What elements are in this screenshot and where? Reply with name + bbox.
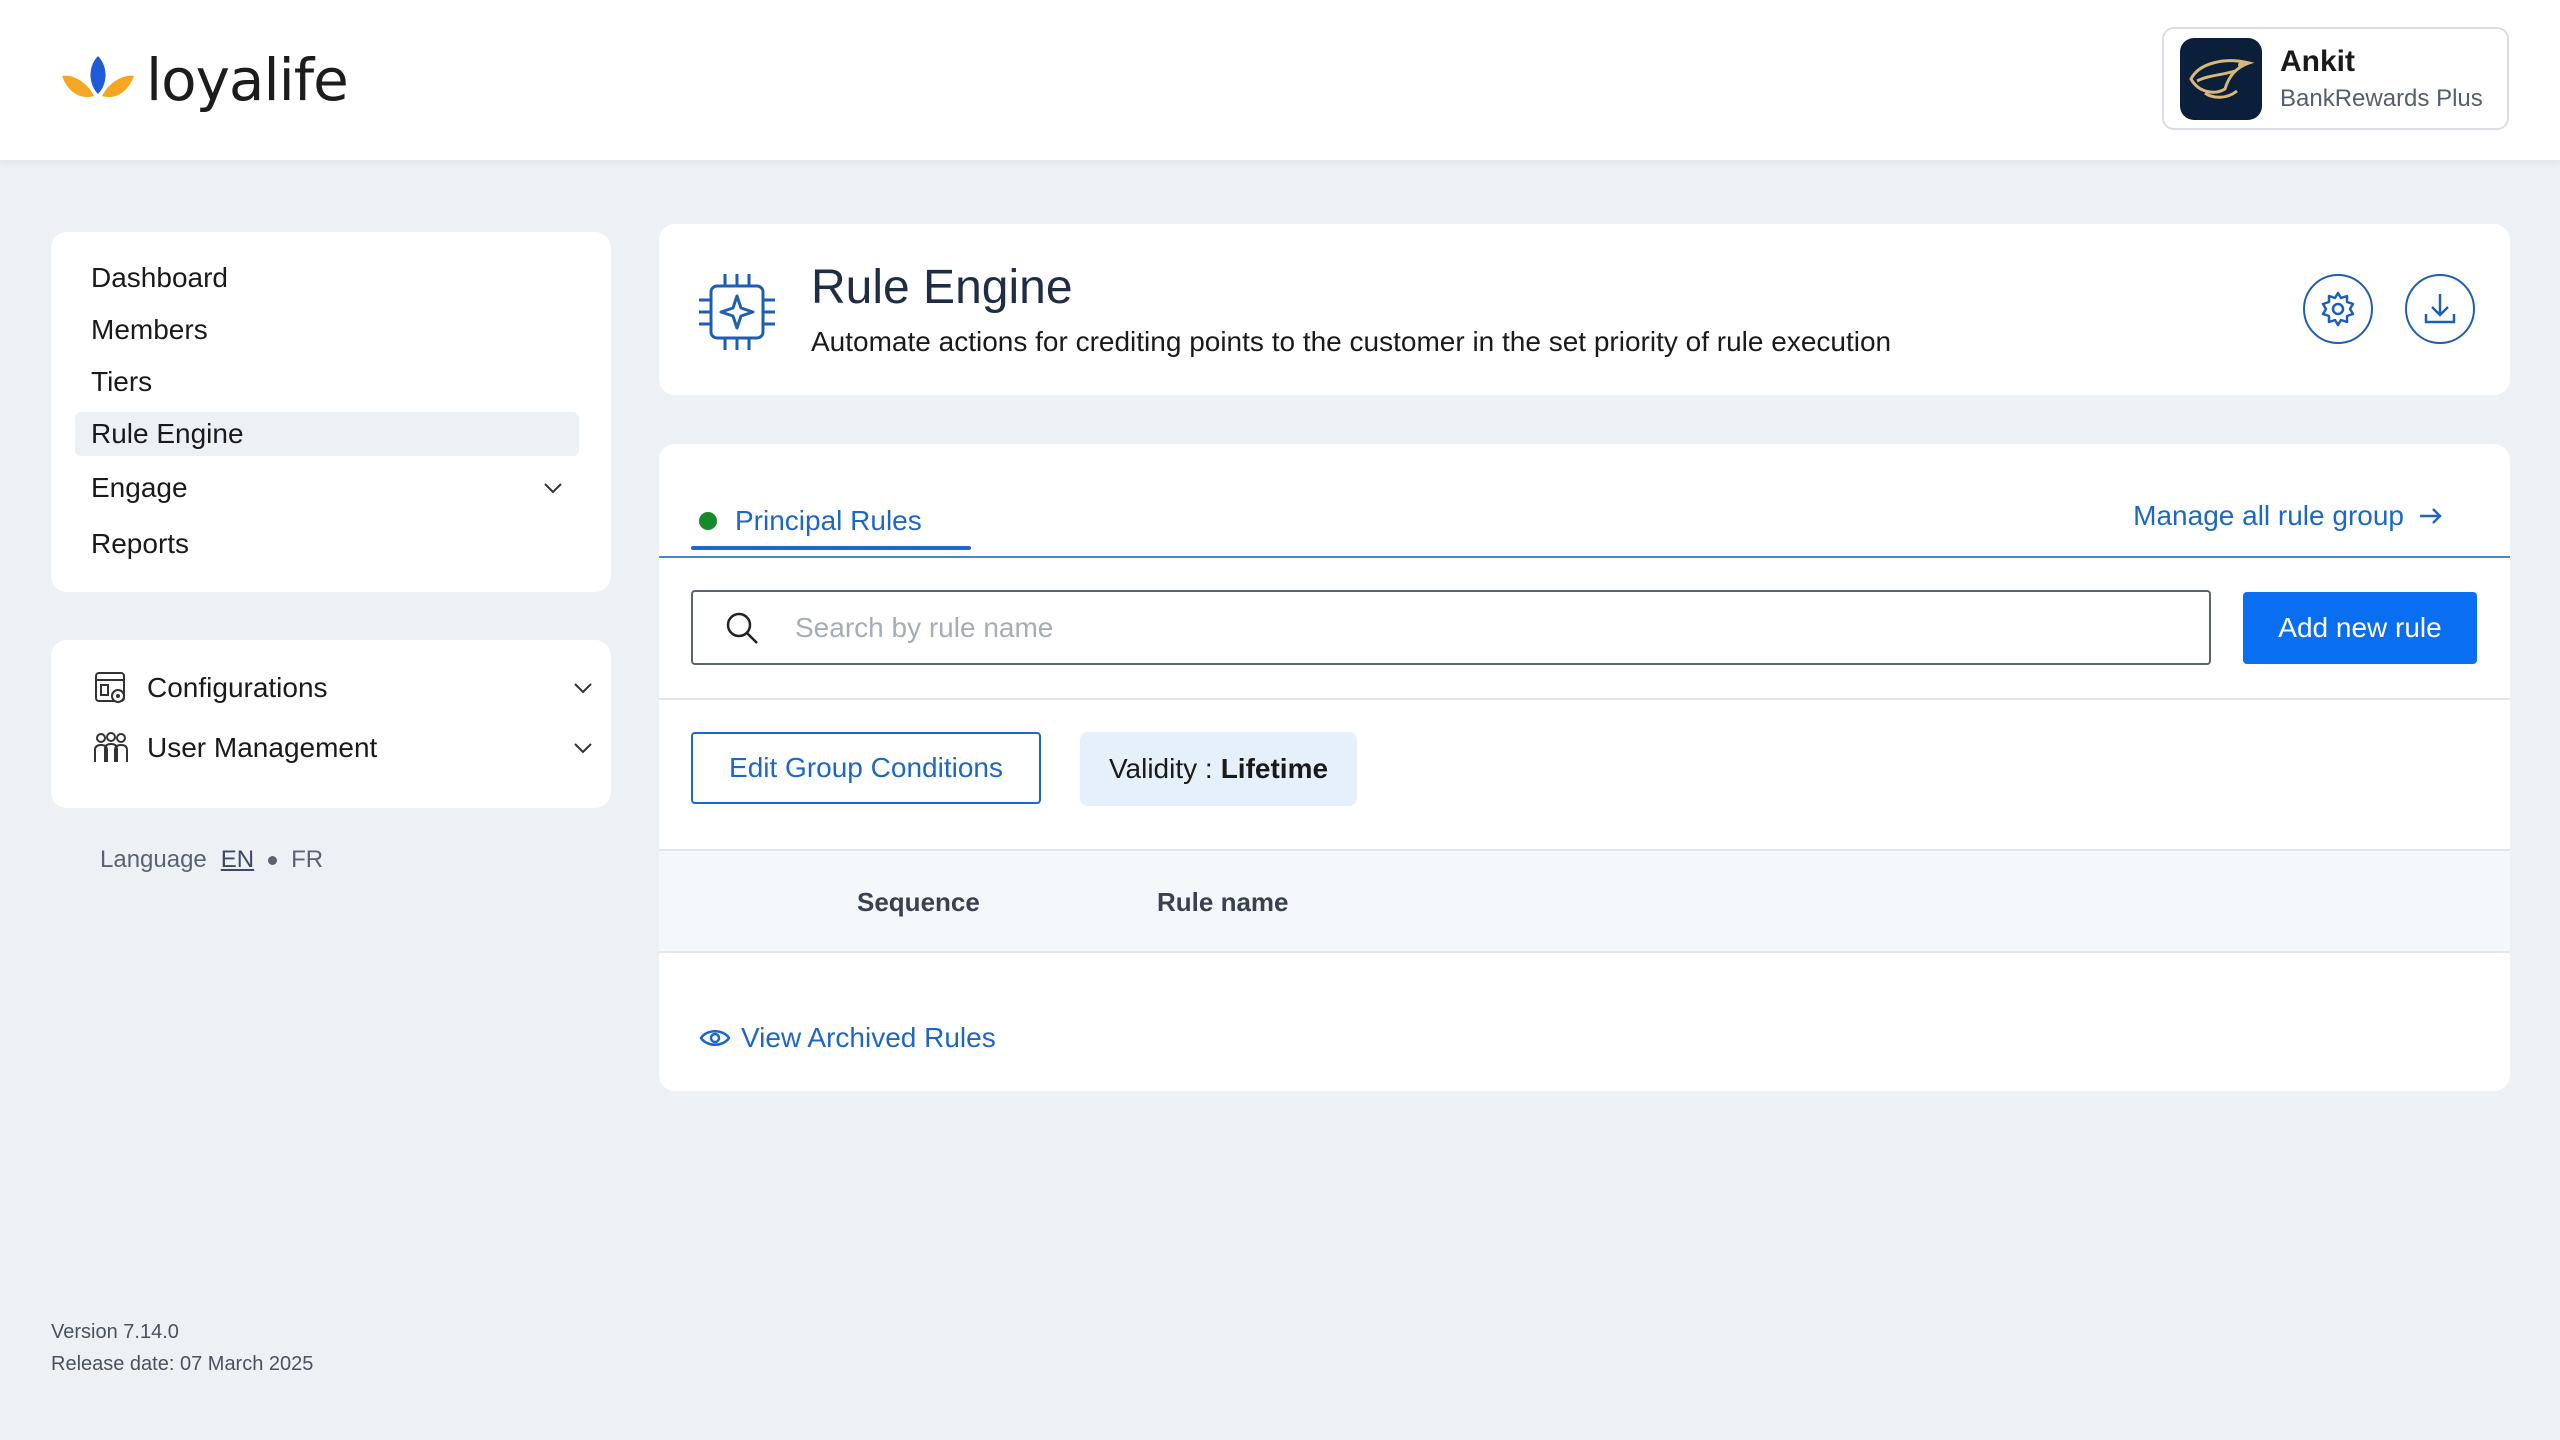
tabs-divider: [659, 556, 2510, 558]
version-number: Version 7.14.0: [51, 1321, 179, 1343]
sidebar-item-label: Rule Engine: [91, 418, 244, 449]
download-button[interactable]: [2405, 274, 2475, 344]
user-profile-card[interactable]: Ankit BankRewards Plus: [2162, 27, 2509, 130]
page-header: Rule Engine Automate actions for crediti…: [659, 224, 2510, 395]
settings-icon: [2321, 291, 2355, 327]
sidebar-item-label: User Management: [147, 732, 378, 763]
program-name: BankRewards Plus: [2280, 84, 2483, 112]
language-switcher: Language EN FR: [100, 846, 323, 874]
chevron-down-icon: [574, 743, 592, 754]
language-option-en[interactable]: EN: [221, 846, 254, 874]
sidebar-item-dashboard[interactable]: Dashboard: [75, 256, 579, 300]
page-subtitle: Automate actions for crediting points to…: [811, 326, 1892, 357]
language-label: Language: [100, 846, 207, 873]
status-dot: [699, 512, 717, 530]
sidebar-item-label: Dashboard: [91, 262, 228, 293]
admin-nav: Configurations User Management: [51, 640, 611, 808]
edit-group-conditions-button[interactable]: Edit Group Conditions: [691, 732, 1041, 804]
sidebar-item-label: Configurations: [147, 672, 328, 703]
chevron-down-icon: [544, 483, 562, 494]
manage-rule-groups-link[interactable]: Manage all rule group: [2133, 500, 2444, 532]
sidebar-item-reports[interactable]: Reports: [75, 522, 579, 566]
configurations-icon: [91, 668, 131, 708]
sidebar-item-members[interactable]: Members: [75, 308, 579, 352]
download-icon: [2424, 294, 2456, 324]
eye-icon: [699, 1030, 731, 1046]
top-bar: loyalife Ankit BankRewards Plus: [0, 0, 2560, 160]
sidebar-item-label: Tiers: [91, 366, 153, 397]
sidebar-item-engage[interactable]: Engage: [75, 466, 579, 510]
active-tab-indicator: [691, 546, 971, 550]
release-date: Release date: 07 March 2025: [51, 1353, 314, 1375]
manage-link-label: Manage all rule group: [2133, 500, 2404, 531]
tab-principal-rules[interactable]: Principal Rules: [691, 494, 922, 548]
validity-badge: Validity : Lifetime: [1080, 732, 1357, 806]
brand-logo[interactable]: loyalife: [60, 44, 349, 116]
settings-button[interactable]: [2303, 274, 2373, 344]
sidebar-item-user-management[interactable]: User Management: [91, 726, 595, 770]
brand-name: loyalife: [146, 46, 349, 114]
validity-value: Lifetime: [1220, 753, 1329, 784]
version-info: Version 7.14.0 Release date: 07 March 20…: [51, 1316, 313, 1380]
sidebar-item-rule-engine[interactable]: Rule Engine: [75, 412, 579, 456]
divider: [659, 698, 2510, 700]
page-title: Rule Engine: [811, 261, 1073, 314]
search-icon: [723, 609, 761, 647]
loyalife-logo-icon: [62, 56, 134, 98]
validity-label: Validity :: [1108, 753, 1213, 784]
chip-icon: [699, 274, 775, 350]
search-box: [691, 590, 2211, 665]
add-new-rule-button[interactable]: Add new rule: [2243, 592, 2477, 664]
sidebar-item-tiers[interactable]: Tiers: [75, 360, 579, 404]
column-header-rule-name[interactable]: Rule name: [1157, 887, 1289, 918]
sidebar-item-label: Engage: [91, 472, 188, 503]
rules-table-header: Sequence Rule name: [659, 849, 2510, 953]
view-archived-rules-link[interactable]: View Archived Rules: [699, 1022, 996, 1054]
sidebar-item-label: Reports: [91, 528, 190, 559]
users-icon: [91, 728, 131, 768]
sidebar-item-configurations[interactable]: Configurations: [91, 666, 595, 710]
rules-panel: Principal Rules Manage all rule group Ad…: [659, 444, 2510, 1091]
column-header-sequence[interactable]: Sequence: [857, 887, 980, 918]
search-input[interactable]: [795, 611, 2175, 644]
program-logo-icon: [2180, 37, 2262, 120]
tab-label: Principal Rules: [735, 505, 922, 536]
separator-dot: [268, 855, 278, 865]
user-name: Ankit: [2280, 44, 2355, 78]
archived-link-label: View Archived Rules: [741, 1022, 996, 1053]
language-option-fr[interactable]: FR: [291, 846, 323, 874]
chevron-down-icon: [574, 683, 592, 694]
sidebar-item-label: Members: [91, 314, 208, 345]
arrow-right-icon: [2420, 508, 2442, 524]
sidebar-nav: Dashboard Members Tiers Rule Engine Enga…: [51, 232, 611, 592]
